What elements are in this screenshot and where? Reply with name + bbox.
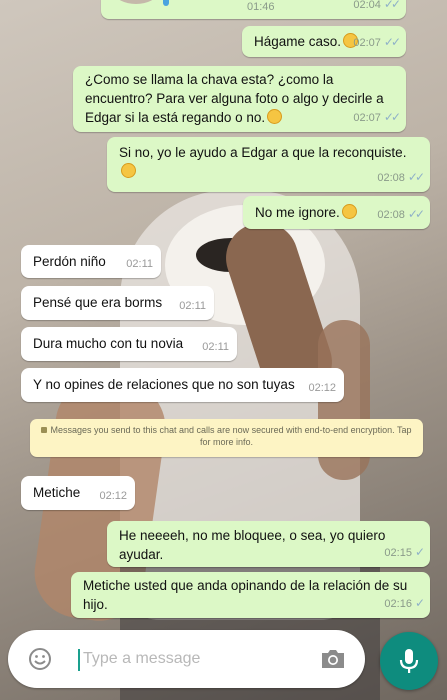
message-bubble-outgoing[interactable]: Metiche usted que anda opinando de la re… <box>71 572 430 618</box>
message-text: Metiche <box>33 485 81 500</box>
message-bubble-incoming[interactable]: Y no opines de relaciones que no son tuy… <box>21 368 344 402</box>
mic-status-icon <box>163 0 169 6</box>
emoji-icon <box>341 204 357 219</box>
encryption-notice-text: Messages you send to this chat and calls… <box>50 425 412 447</box>
message-time: 02:07 <box>353 112 381 124</box>
message-time: 02:15 <box>384 547 412 559</box>
single-check-icon: ✓ <box>414 545 425 559</box>
emoji-icon <box>267 109 283 124</box>
message-bubble-outgoing[interactable]: No me ignore. 02:08 ✓✓ <box>243 196 430 229</box>
message-time: 02:11 <box>126 258 153 270</box>
message-text: Y no opines de relaciones que no son tuy… <box>33 377 295 392</box>
camera-icon[interactable] <box>320 647 346 671</box>
message-time: 02:12 <box>308 382 336 394</box>
message-time: 02:08 <box>377 209 405 221</box>
message-text: Perdón niño <box>33 254 106 269</box>
message-time: 02:08 <box>377 172 405 184</box>
message-time: 02:16 <box>384 598 412 610</box>
message-bubble-incoming[interactable]: Perdón niño 02:11 <box>21 245 161 278</box>
single-check-icon: ✓ <box>414 596 425 610</box>
message-text: No me ignore. <box>255 205 340 220</box>
message-bubble-incoming[interactable]: Dura mucho con tu novia 02:11 <box>21 327 237 361</box>
message-composer[interactable]: Type a message <box>8 630 365 688</box>
message-time: 02:11 <box>179 300 206 312</box>
message-bubble-incoming[interactable]: Metiche 02:12 <box>21 476 135 510</box>
message-bubble-outgoing[interactable]: Hágame caso. 02:07 ✓✓ <box>242 26 406 57</box>
message-bubble-outgoing[interactable]: ¿Como se llama la chava esta? ¿como la e… <box>73 66 406 132</box>
double-check-icon: ✓✓ <box>407 207 425 221</box>
message-input[interactable]: Type a message <box>83 650 200 668</box>
message-text: Si no, yo le ayudo a Edgar a que la reco… <box>119 145 407 160</box>
encryption-notice[interactable]: Messages you send to this chat and calls… <box>30 419 423 457</box>
message-text: He neeeeh, no me bloquee, o sea, yo quie… <box>119 528 386 562</box>
microphone-icon <box>399 649 419 673</box>
audio-avatar <box>115 0 157 4</box>
double-check-icon: ✓✓ <box>383 35 401 49</box>
message-text: ¿Como se llama la chava esta? ¿como la e… <box>85 72 384 125</box>
message-bubble-incoming[interactable]: Pensé que era borms 02:11 <box>21 286 214 320</box>
record-voice-button[interactable] <box>380 632 438 690</box>
message-text: Pensé que era borms <box>33 295 163 310</box>
message-time: 02:11 <box>202 341 229 353</box>
audio-message[interactable]: 01:46 02:04 ✓✓ <box>101 0 406 19</box>
lock-icon <box>41 427 48 433</box>
smiley-icon[interactable] <box>28 647 52 671</box>
message-time: 02:12 <box>99 490 127 502</box>
message-time: 02:04 <box>353 0 381 11</box>
double-check-icon: ✓✓ <box>407 170 425 184</box>
message-time: 02:07 <box>353 37 381 49</box>
text-cursor <box>78 649 80 671</box>
emoji-icon <box>121 163 136 178</box>
message-bubble-outgoing[interactable]: Si no, yo le ayudo a Edgar a que la reco… <box>107 137 430 192</box>
message-text: Dura mucho con tu novia <box>33 336 184 351</box>
message-text: Hágame caso. <box>254 34 342 49</box>
audio-duration: 01:46 <box>247 1 275 13</box>
double-check-icon: ✓✓ <box>383 0 401 11</box>
message-bubble-outgoing[interactable]: He neeeeh, no me bloquee, o sea, yo quie… <box>107 521 430 567</box>
message-text: Metiche usted que anda opinando de la re… <box>83 578 408 612</box>
double-check-icon: ✓✓ <box>383 110 401 124</box>
